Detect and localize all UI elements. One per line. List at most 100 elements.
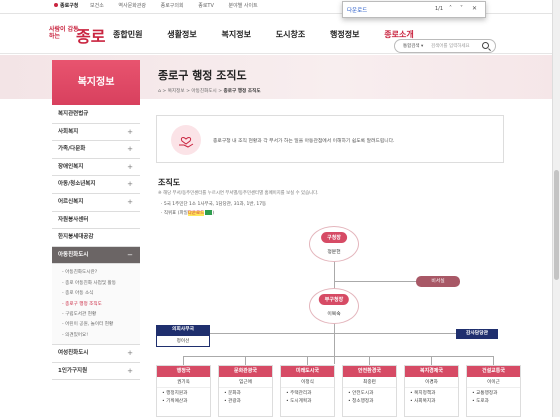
find-close-icon[interactable]: ✕ <box>472 5 477 12</box>
org-mayor-name: 정문헌 <box>327 250 341 255</box>
sidebar-title: 복지정보 <box>52 60 140 105</box>
submenu-item[interactable]: 아동친화도시란? <box>62 268 140 278</box>
org-dept-head: 이경자 <box>405 377 458 388</box>
org-dept-item[interactable]: 주택관리과 <box>286 390 334 398</box>
plus-icon: + <box>127 349 133 358</box>
sidebar-item-family[interactable]: 가족/다문화 + <box>52 141 140 159</box>
sidebar-item-label: 여성친화도시 <box>58 350 89 357</box>
utility-link-council[interactable]: 종로구의회 <box>161 3 184 9</box>
org-dept-title: 문화관광국 <box>219 366 272 377</box>
sidebar-item-label: 자원봉사센터 <box>58 216 89 223</box>
page-scrollbar[interactable] <box>552 0 560 417</box>
logo-wordmark: 종로 <box>76 27 106 46</box>
sidebar: 복지관련법규 사회복지 + 가족/다문화 + 장애인복지 + 아동/청소년복지 + 어르… <box>52 106 140 381</box>
sidebar-item-social[interactable]: 사회복지 + <box>52 124 140 142</box>
org-dept[interactable]: 복지경제국 이경자 복지정책과사회복지과 <box>404 365 459 417</box>
sidebar-item-child-city[interactable]: 아동친화도시 − <box>52 246 140 265</box>
find-next-icon[interactable]: ˅ <box>460 5 463 12</box>
org-dept-head: 권기옥 <box>157 377 210 388</box>
org-line <box>183 356 493 357</box>
nav-city[interactable]: 도시창조 <box>276 29 305 40</box>
bullet-summary: · 5국 1주민단 1소 1사무국, 1담당관, 31과, 1반, 17동 <box>161 202 267 207</box>
org-audit[interactable]: 감사담당관 <box>456 329 498 339</box>
org-dept-head: 이정식 <box>281 377 334 388</box>
org-line <box>369 356 370 365</box>
sidebar-item-volunteer[interactable]: 자원봉사센터 <box>52 212 140 230</box>
search-box[interactable]: 통합검색 ▾ 검색어를 입력하세요 <box>394 39 496 53</box>
submenu-item[interactable]: 어린이 공원, 놀이터 현황 <box>62 320 140 330</box>
org-council-office-head: 정이선 <box>156 335 210 347</box>
org-dept-item[interactable]: 문화과 <box>224 390 272 398</box>
submenu-item[interactable]: 의견있어요! <box>62 331 140 341</box>
org-dept-item[interactable]: 관광과 <box>224 398 272 406</box>
bullet-text: 5국 1주민단 1소 1사무국, 1담당관, 31과, 1반, 17동 <box>163 202 267 207</box>
org-dept[interactable]: 미래도시국 이정식 주택관리과도시계획과 <box>280 365 335 417</box>
minus-icon: − <box>127 250 133 259</box>
sidebar-item-law[interactable]: 복지관련법규 <box>52 106 140 124</box>
breadcrumb-item[interactable]: 아동친화도시 <box>191 89 216 94</box>
sidebar-item-single[interactable]: 1인가구지원 + <box>52 363 140 381</box>
org-dept-item[interactable]: 청소행정과 <box>348 398 396 406</box>
find-input[interactable]: 다운로드 <box>347 6 367 14</box>
nav-life[interactable]: 생활정보 <box>167 29 196 40</box>
org-dept-item[interactable]: 안전도시과 <box>348 390 396 398</box>
utility-link-sites[interactable]: 분야별 사이트 <box>229 3 258 9</box>
org-dept-item[interactable]: 교통행정과 <box>472 390 520 398</box>
bullet-download: · 직위표 (파일다운로드) <box>161 210 215 216</box>
sidebar-item-youth[interactable]: 아동/청소년복지 + <box>52 176 140 194</box>
submenu-item[interactable]: 구립도서관 현황 <box>62 310 140 320</box>
org-deputy-name: 이복숙 <box>327 312 341 317</box>
org-mayor-title: 구청장 <box>321 232 347 243</box>
page: 종로구청 보건소 역사문화관광 종로구의회 종로TV 분야별 사이트 다운로드 … <box>0 0 560 417</box>
org-dept-item[interactable]: 복지정책과 <box>410 390 458 398</box>
org-dept[interactable]: 건설교통국 이이근 교통행정과도로과 <box>466 365 521 417</box>
plus-icon: + <box>127 162 133 171</box>
org-dept-title: 미래도시국 <box>281 366 334 377</box>
scrollbar-thumb[interactable] <box>554 170 559 280</box>
search-input[interactable]: 검색어를 입력하세요 <box>431 43 470 49</box>
utility-link-home[interactable]: 종로구청 <box>54 3 78 9</box>
nav-welfare[interactable]: 복지정보 <box>222 29 251 40</box>
org-dept-item[interactable]: 행정지원과 <box>162 390 210 398</box>
search-icon[interactable] <box>482 42 489 49</box>
sidebar-item-women[interactable]: 여성친화도시 + <box>52 345 140 363</box>
org-line <box>183 356 184 365</box>
org-deputy-title: 부구청장 <box>318 294 350 305</box>
sidebar-item-label: 복지관련법규 <box>58 111 89 117</box>
heart-hand-icon <box>171 125 201 155</box>
download-link[interactable]: 다운로드 <box>187 211 205 216</box>
org-council-office[interactable]: 의회사무국 <box>156 325 210 335</box>
section-note: ※ 해당 부서/동주민센터를 누르시면 부서별/동주민센터별 홈페이지를 보실 … <box>158 191 319 196</box>
utility-link-health[interactable]: 보건소 <box>90 3 104 9</box>
breadcrumb-item[interactable]: 복지정보 <box>168 89 185 94</box>
submenu-item-active[interactable]: 종로구 행정 조직도 <box>62 300 140 310</box>
org-dept[interactable]: 안전환경국 최중련 안전도시과청소행정과 <box>342 365 397 417</box>
org-dept-item[interactable]: 기획예산과 <box>162 398 210 406</box>
site-header: 사람이 감동하는 종로 종합민원 생활정보 복지정보 도시창조 행정정보 종로소… <box>0 14 560 54</box>
sidebar-item-disabled[interactable]: 장애인복지 + <box>52 159 140 177</box>
search-select[interactable]: 통합검색 ▾ <box>403 43 423 49</box>
org-dept-item[interactable]: 사회복지과 <box>410 398 458 406</box>
org-secretary[interactable]: 비서실 <box>416 276 460 287</box>
org-dept[interactable]: 문화관광국 임근애 문화과관광과 <box>218 365 273 417</box>
submenu-item[interactable]: 종로 아동친화 사업및 활동 <box>62 279 140 289</box>
org-dept[interactable]: 행정국 권기옥 행정지원과기획예산과 <box>156 365 211 417</box>
home-icon[interactable]: ⌂ <box>158 89 161 94</box>
sidebar-item-generation[interactable]: 한지붕세대공감 <box>52 229 140 247</box>
org-dept-item[interactable]: 도시계획과 <box>286 398 334 406</box>
find-prev-icon[interactable]: ˄ <box>449 5 452 12</box>
org-line <box>245 356 246 365</box>
org-dept-item[interactable]: 도로과 <box>472 398 520 406</box>
nav-civil[interactable]: 종합민원 <box>113 29 142 40</box>
org-deputy[interactable]: 부구청장 이복숙 <box>309 288 359 324</box>
org-dept-title: 안전환경국 <box>343 366 396 377</box>
utility-link-culture[interactable]: 역사문화관광 <box>118 3 146 9</box>
utility-link-tv[interactable]: 종로TV <box>198 3 214 9</box>
plus-icon: + <box>127 180 133 189</box>
intro-text: 종로구청 내 조직 현황과 각 부서가 하는 일을 아동관점에서 이해하기 쉽도… <box>213 139 395 144</box>
sidebar-item-elderly[interactable]: 어르신복지 + <box>52 194 140 212</box>
org-mayor[interactable]: 구청장 정문헌 <box>309 226 359 262</box>
org-line <box>431 356 432 365</box>
submenu-item[interactable]: 종로 아동 소식 <box>62 289 140 299</box>
nav-admin[interactable]: 행정정보 <box>330 29 359 40</box>
